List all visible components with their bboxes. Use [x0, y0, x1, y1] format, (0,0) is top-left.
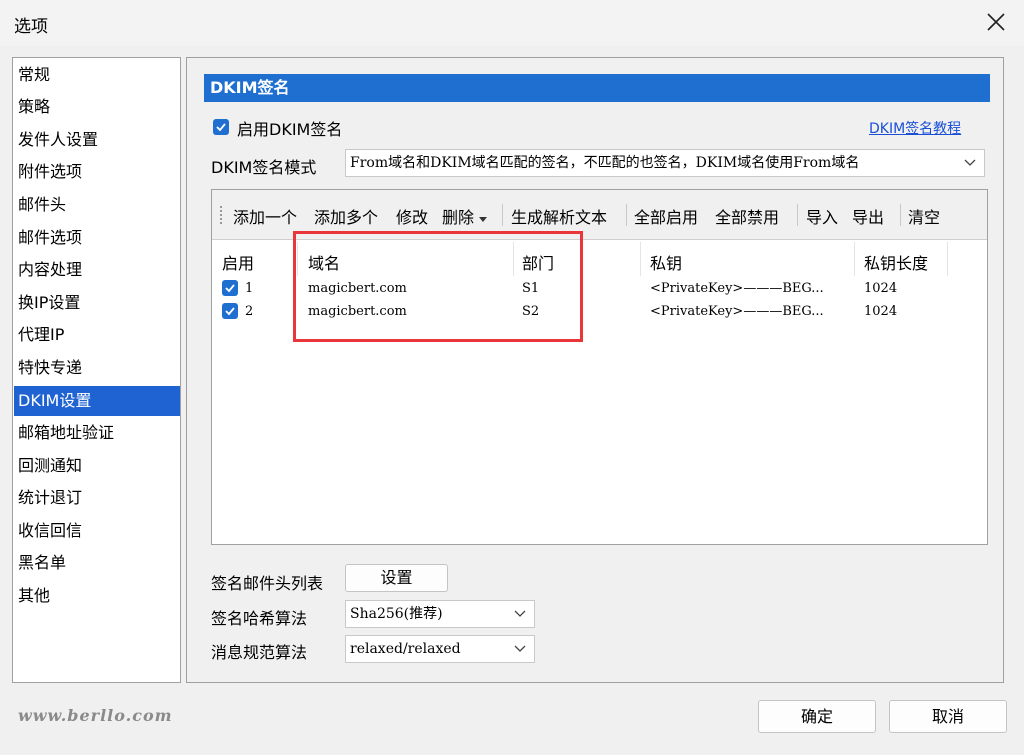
toolbar-separator — [900, 204, 901, 226]
column-divider — [854, 242, 855, 276]
nav-item-notify[interactable]: 回测通知 — [14, 451, 180, 481]
generate-dns-text-button[interactable]: 生成解析文本 — [511, 204, 607, 228]
toolbar-separator — [797, 204, 798, 226]
nav-item-sender[interactable]: 发件人设置 — [14, 125, 180, 155]
clear-button[interactable]: 清空 — [908, 204, 940, 228]
section-title: DKIM签名 — [204, 74, 990, 102]
dropdown-arrow-icon — [479, 217, 488, 222]
chevron-down-icon — [964, 159, 976, 166]
toolbar-grip — [220, 206, 222, 224]
check-icon — [216, 123, 226, 132]
row-index: 2 — [245, 304, 254, 319]
nav-item-unsubscribe[interactable]: 统计退订 — [14, 483, 180, 513]
header-list-settings-button[interactable]: 设置 — [345, 564, 448, 592]
nav-item-other[interactable]: 其他 — [14, 581, 180, 611]
dkim-tutorial-link[interactable]: DKIM签名教程 — [869, 118, 961, 138]
dkim-mode-select[interactable]: From域名和DKIM域名匹配的签名，不匹配的也签名，DKIM域名使用From域… — [345, 149, 985, 177]
window-title: 选项 — [14, 17, 48, 37]
hash-algorithm-value: Sha256(推荐) — [350, 606, 443, 622]
check-icon — [225, 307, 235, 316]
column-header-private-key[interactable]: 私钥 — [650, 250, 682, 274]
add-many-button[interactable]: 添加多个 — [314, 204, 378, 228]
check-icon — [225, 284, 235, 293]
annotation-highlight-box — [293, 231, 583, 342]
export-button[interactable]: 导出 — [852, 204, 884, 228]
title-bar: 选项 — [0, 0, 1024, 46]
enable-all-button[interactable]: 全部启用 — [634, 204, 698, 228]
nav-item-express[interactable]: 特快专递 — [14, 353, 180, 383]
nav-item-reply[interactable]: 收信回信 — [14, 516, 180, 546]
dkim-mode-value: From域名和DKIM域名匹配的签名，不匹配的也签名，DKIM域名使用From域… — [350, 155, 860, 171]
nav-item-strategy[interactable]: 策略 — [14, 92, 180, 122]
cancel-button[interactable]: 取消 — [889, 700, 1007, 733]
hash-algorithm-select[interactable]: Sha256(推荐) — [345, 600, 535, 628]
delete-button[interactable]: 删除 — [442, 204, 488, 228]
dkim-mode-label: DKIM签名模式 — [211, 158, 317, 177]
disable-all-button[interactable]: 全部禁用 — [715, 204, 779, 228]
add-one-button[interactable]: 添加一个 — [233, 204, 297, 228]
row-private-key: <PrivateKey>———BEG... — [650, 281, 824, 296]
row-private-key: <PrivateKey>———BEG... — [650, 304, 824, 319]
nav-item-mail-options[interactable]: 邮件选项 — [14, 223, 180, 253]
toolbar-separator — [502, 204, 503, 226]
nav-item-general[interactable]: 常规 — [14, 60, 180, 90]
row-index: 1 — [245, 281, 254, 296]
nav-item-proxy-ip[interactable]: 代理IP — [14, 320, 180, 350]
toolbar-separator — [626, 204, 627, 226]
dkim-settings-panel: DKIM签名 启用DKIM签名 DKIM签名教程 DKIM签名模式 From域名… — [186, 57, 1004, 683]
close-icon[interactable] — [984, 10, 1008, 34]
nav-item-attachment[interactable]: 附件选项 — [14, 157, 180, 187]
hash-algorithm-label: 签名哈希算法 — [211, 609, 308, 628]
edit-button[interactable]: 修改 — [396, 204, 428, 228]
ok-button[interactable]: 确定 — [758, 700, 876, 733]
column-header-enabled[interactable]: 启用 — [222, 250, 254, 274]
nav-item-ip-switch[interactable]: 换IP设置 — [14, 288, 180, 318]
row-enabled-checkbox[interactable] — [222, 303, 238, 319]
nav-item-dkim[interactable]: DKIM设置 — [14, 386, 180, 416]
canonicalization-label: 消息规范算法 — [211, 643, 308, 662]
canonicalization-value: relaxed/relaxed — [350, 641, 461, 657]
enable-dkim-label: 启用DKIM签名 — [237, 120, 343, 139]
nav-item-address-verify[interactable]: 邮箱地址验证 — [14, 418, 180, 448]
nav-item-blacklist[interactable]: 黑名单 — [14, 548, 180, 578]
column-divider — [947, 242, 948, 276]
chevron-down-icon — [514, 645, 526, 652]
row-enabled-checkbox[interactable] — [222, 280, 238, 296]
column-divider — [640, 242, 641, 276]
options-nav-list: 常规 策略 发件人设置 附件选项 邮件头 邮件选项 内容处理 换IP设置 代理I… — [12, 57, 181, 683]
header-list-label: 签名邮件头列表 — [211, 574, 324, 593]
enable-dkim-checkbox[interactable] — [213, 119, 229, 135]
row-key-length: 1024 — [864, 281, 898, 296]
nav-item-content[interactable]: 内容处理 — [14, 255, 180, 285]
nav-item-mail-header[interactable]: 邮件头 — [14, 190, 180, 220]
canonicalization-select[interactable]: relaxed/relaxed — [345, 635, 535, 663]
column-header-key-length[interactable]: 私钥长度 — [864, 250, 928, 274]
delete-label: 删除 — [442, 208, 475, 227]
import-button[interactable]: 导入 — [806, 204, 838, 228]
site-watermark: www.berllo.com — [18, 706, 173, 725]
chevron-down-icon — [514, 610, 526, 617]
row-key-length: 1024 — [864, 304, 898, 319]
